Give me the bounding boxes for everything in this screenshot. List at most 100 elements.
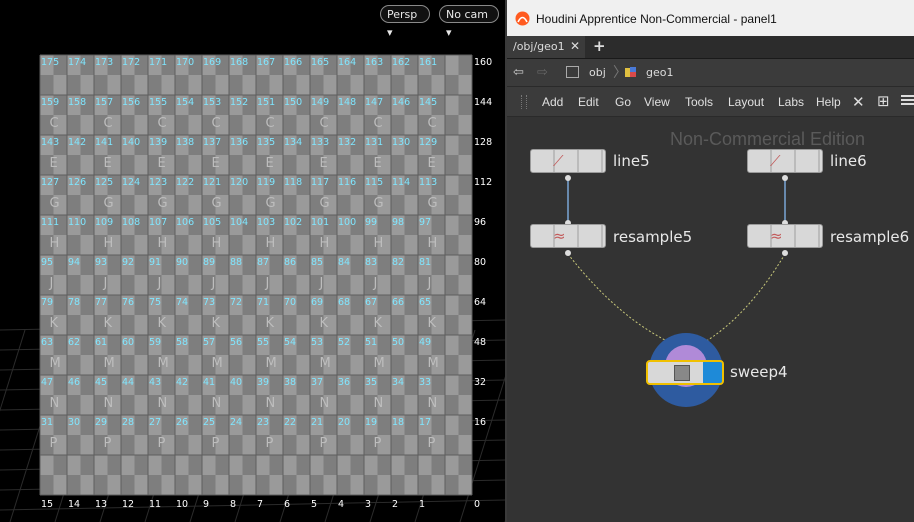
checker-letter-label: N: [373, 396, 383, 411]
camera-menu-button[interactable]: No cam ▾: [439, 5, 499, 39]
point-number-label: 155: [149, 97, 167, 108]
point-number-label: 3: [365, 499, 371, 510]
forward-arrow-icon[interactable]: ⇨: [537, 65, 548, 80]
checker-cell: [350, 275, 364, 295]
obj-context-icon: [566, 66, 579, 78]
point-number-label: 33: [419, 377, 431, 388]
point-number-label: 173: [95, 57, 113, 68]
checker-letter-label: P: [427, 436, 435, 451]
point-number-label: 39: [257, 377, 269, 388]
path-geo1-button[interactable]: geo1: [646, 66, 673, 79]
point-number-label: 86: [284, 257, 296, 268]
checker-letter-label: K: [373, 316, 382, 331]
point-number-label: 42: [176, 377, 188, 388]
point-number-label: 90: [176, 257, 188, 268]
point-number-label: 165: [311, 57, 329, 68]
node-resample6[interactable]: ≈: [747, 224, 823, 248]
window-titlebar[interactable]: Houdini Apprentice Non-Commercial - pane…: [507, 0, 914, 36]
checker-cell: [418, 455, 432, 475]
menu-help[interactable]: Help: [816, 95, 841, 109]
checker-cell: [134, 275, 148, 295]
node-sweep4[interactable]: [646, 360, 724, 385]
point-number-label: 48: [474, 337, 486, 348]
checker-cell: [188, 435, 202, 455]
point-number-label: 4: [338, 499, 344, 510]
point-number-label: 141: [95, 137, 113, 148]
point-number-label: 125: [95, 177, 113, 188]
node-resample5[interactable]: ≈: [530, 224, 606, 248]
toolbar-grip-icon[interactable]: [521, 95, 527, 109]
perspective-menu-button[interactable]: Persp ▾: [380, 5, 430, 39]
point-number-label: 112: [474, 177, 492, 188]
network-editor[interactable]: Non-Commercial Edition ⟋ line5 ⟋ line6 ≈…: [507, 117, 914, 522]
menu-view[interactable]: View: [644, 95, 670, 109]
checker-cell: [134, 355, 148, 375]
point-number-label: 44: [122, 377, 134, 388]
tab-obj-geo1[interactable]: /obj/geo1 ✕: [507, 36, 585, 58]
point-number-label: 54: [284, 337, 296, 348]
checker-cell: [40, 455, 54, 475]
menu-tools[interactable]: Tools: [685, 95, 713, 109]
tab-close-icon[interactable]: ✕: [570, 39, 580, 53]
checker-cell: [242, 315, 256, 335]
point-number-label: 10: [176, 499, 188, 510]
point-number-label: 38: [284, 377, 296, 388]
point-number-label: 23: [257, 417, 269, 428]
checker-letter-label: C: [427, 116, 436, 131]
point-number-label: 114: [392, 177, 410, 188]
node-line6[interactable]: ⟋: [747, 149, 823, 173]
point-number-label: 172: [122, 57, 140, 68]
checker-cell: [310, 455, 324, 475]
tools-icon[interactable]: ✕: [852, 93, 865, 111]
checker-letter-label: J: [318, 276, 323, 291]
checker-letter-label: J: [48, 276, 53, 291]
point-number-label: 150: [284, 97, 302, 108]
scene-viewport[interactable]: 175 174 173 172 171 170 169 168 167 166 165 164 163 1…: [0, 0, 505, 522]
checker-cell: [175, 455, 189, 475]
checker-cell: [404, 395, 418, 415]
node-line5[interactable]: ⟋: [530, 149, 606, 173]
checker-letter-label: M: [265, 356, 276, 371]
point-number-label: 37: [311, 377, 323, 388]
point-number-label: 154: [176, 97, 194, 108]
checker-letter-label: H: [103, 236, 113, 251]
checker-cell: [404, 435, 418, 455]
checker-letter-label: H: [157, 236, 167, 251]
menu-add[interactable]: Add: [542, 95, 563, 109]
menu-go[interactable]: Go: [615, 95, 631, 109]
point-number-label: 139: [149, 137, 167, 148]
checker-cell: [445, 295, 459, 315]
back-arrow-icon[interactable]: ⇦: [513, 65, 524, 80]
point-number-label: 69: [311, 297, 323, 308]
viewport-canvas[interactable]: 175 174 173 172 171 170 169 168 167 166 165 164 163 1…: [0, 0, 505, 522]
menu-layout[interactable]: Layout: [728, 95, 764, 109]
list-view-icon[interactable]: [901, 95, 914, 107]
menu-labs[interactable]: Labs: [778, 95, 804, 109]
checker-letter-label: C: [373, 116, 382, 131]
checker-cell: [215, 275, 229, 295]
node-sweep4-label: sweep4: [730, 363, 788, 381]
checker-letter-label: K: [49, 316, 58, 331]
checker-cell: [458, 275, 472, 295]
checker-letter-label: H: [211, 236, 221, 251]
checker-cell: [242, 395, 256, 415]
checker-letter-label: H: [373, 236, 383, 251]
point-number-label: 11: [149, 499, 161, 510]
point-number-label: 160: [474, 57, 492, 68]
point-number-label: 100: [338, 217, 356, 228]
point-number-label: 24: [230, 417, 242, 428]
point-number-label: 84: [338, 257, 350, 268]
checker-cell: [350, 195, 364, 215]
checker-cell: [445, 175, 459, 195]
tree-view-icon[interactable]: ⊞: [877, 92, 890, 110]
point-number-label: 21: [311, 417, 323, 428]
checker-letter-label: N: [211, 396, 221, 411]
menu-edit[interactable]: Edit: [578, 95, 599, 109]
checker-letter-label: C: [157, 116, 166, 131]
checker-cell: [134, 315, 148, 335]
checker-cell: [283, 455, 297, 475]
checker-cell: [53, 275, 67, 295]
node-line5-label: line5: [613, 152, 650, 170]
add-tab-icon[interactable]: +: [593, 37, 606, 55]
checker-cell: [445, 255, 459, 275]
